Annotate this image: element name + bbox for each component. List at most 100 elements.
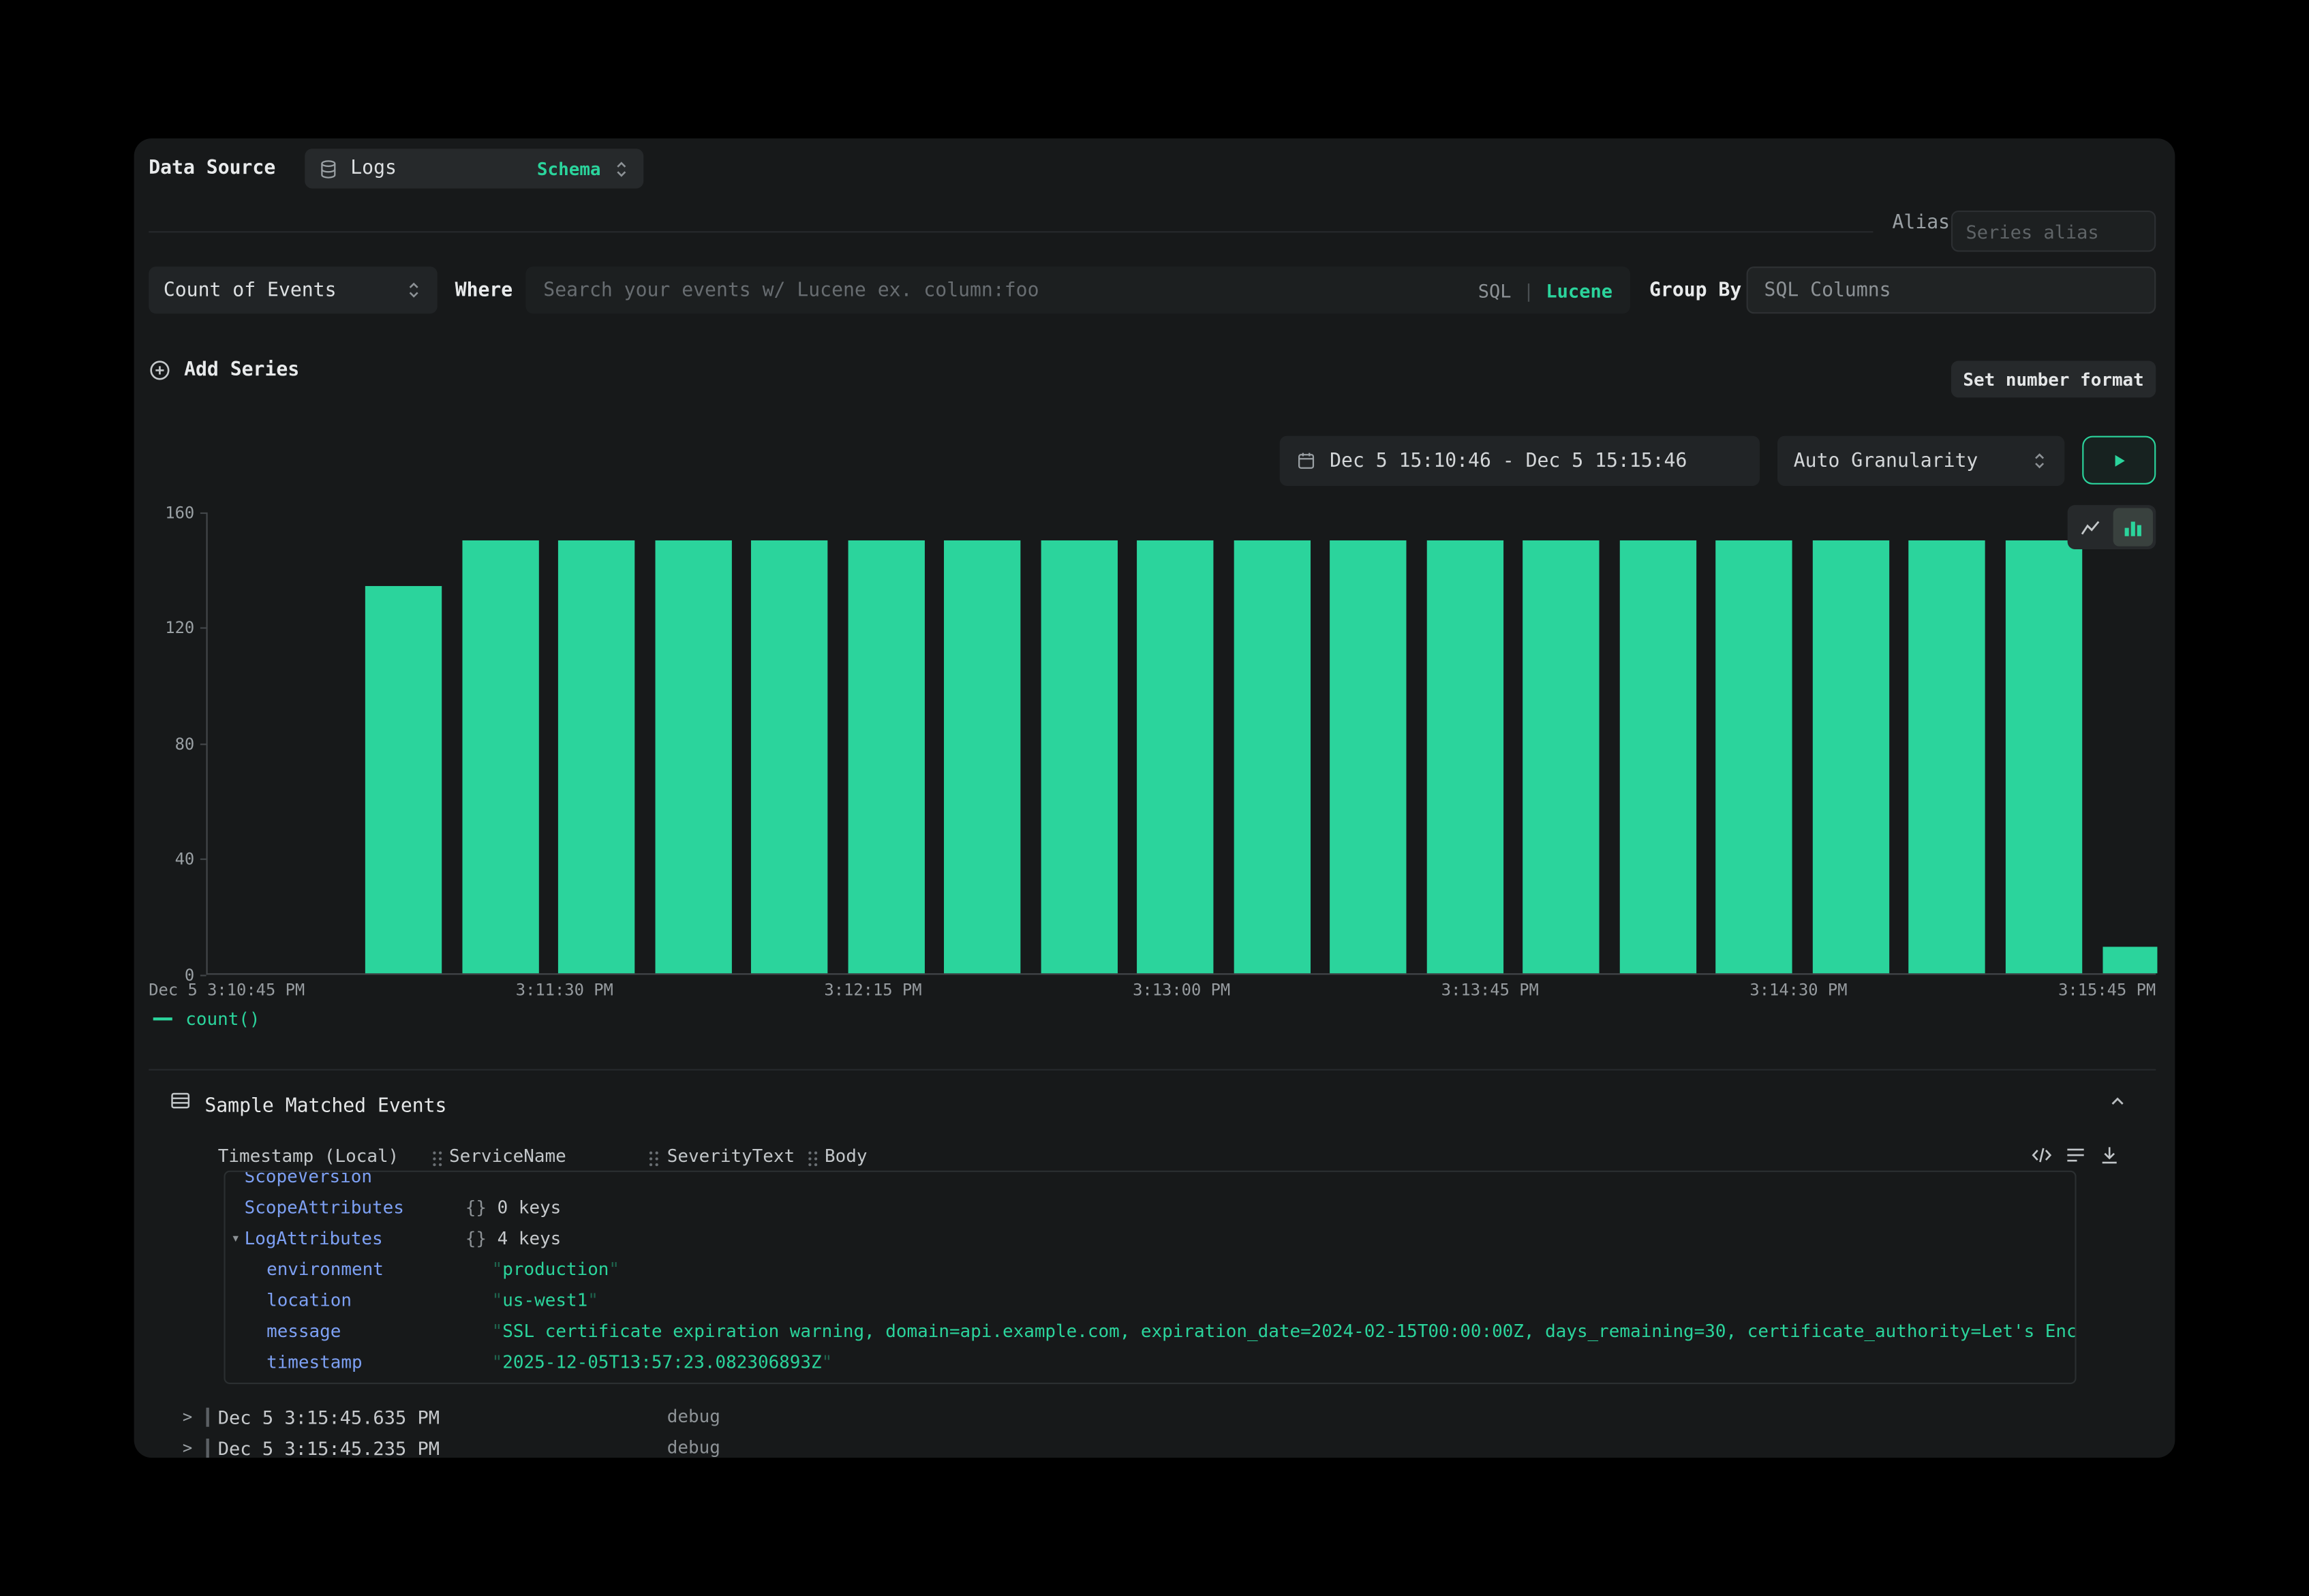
y-tick-label: 120 xyxy=(165,617,206,638)
column-header[interactable]: Body xyxy=(825,1146,867,1166)
aggregate-value: Count of Events xyxy=(164,279,337,301)
chart-bar xyxy=(1330,540,1407,973)
y-tick-label: 80 xyxy=(175,733,207,754)
schema-label[interactable]: Schema xyxy=(537,158,601,179)
legend-swatch xyxy=(153,1017,172,1020)
chart-plot xyxy=(206,512,2156,975)
event-row[interactable]: >Dec 5 3:15:45.635 PMdebug xyxy=(134,1402,2175,1432)
search-input[interactable] xyxy=(543,279,1466,301)
chevron-up-icon[interactable] xyxy=(2107,1091,2128,1111)
group-by-label: Group By xyxy=(1649,280,1741,302)
code-icon[interactable] xyxy=(2031,1144,2053,1166)
chart-bar xyxy=(2006,540,2082,973)
x-tick-label: 3:14:30 PM xyxy=(1749,981,1847,1000)
x-axis-labels: Dec 5 3:10:45 PM3:11:30 PM3:12:15 PM3:13… xyxy=(149,981,2156,1000)
chart-bar xyxy=(2102,947,2157,973)
chart-bar xyxy=(1813,540,1889,973)
event-row[interactable]: >Dec 5 3:15:45.235 PMdebug xyxy=(134,1432,2175,1458)
drag-handle-icon[interactable] xyxy=(431,1150,443,1168)
chart-type-toggle xyxy=(2068,505,2156,549)
event-rows: >Dec 5 3:15:45.635 PMdebug>Dec 5 3:15:45… xyxy=(134,1402,2175,1458)
drag-handle-icon[interactable] xyxy=(648,1150,660,1168)
line-chart-icon[interactable] xyxy=(2070,508,2110,546)
plus-circle-icon xyxy=(149,359,170,381)
x-tick-label: 3:12:15 PM xyxy=(824,981,921,1000)
chevron-right-icon[interactable]: > xyxy=(183,1432,192,1458)
sql-toggle[interactable]: SQL xyxy=(1478,279,1512,301)
chart-bar xyxy=(1426,540,1503,973)
attribute-key: LogAttributes xyxy=(226,1224,383,1255)
section-divider xyxy=(149,1069,2156,1071)
database-icon xyxy=(318,158,339,179)
chart-legend: count() xyxy=(153,1009,260,1029)
attribute-row[interactable]: ScopeAttributes {} 0 keys xyxy=(226,1193,2075,1223)
attribute-row[interactable]: timestamp "2025-12-05T13:57:23.082306893Z… xyxy=(226,1347,2075,1378)
data-source-value: Logs xyxy=(350,157,397,179)
drag-handle-icon[interactable] xyxy=(807,1150,819,1168)
aggregate-select[interactable]: Count of Events xyxy=(149,266,437,313)
run-query-button[interactable] xyxy=(2082,436,2156,485)
y-tick-label: 160 xyxy=(165,502,206,523)
calendar-icon xyxy=(1296,450,1316,471)
time-range-input[interactable]: Dec 5 15:10:46 - Dec 5 15:15:46 xyxy=(1280,436,1760,486)
attribute-row[interactable]: location"us-west1" xyxy=(226,1285,2075,1316)
table-icon xyxy=(169,1090,191,1111)
legend-series-name: count() xyxy=(185,1009,260,1029)
attribute-key: environment xyxy=(226,1255,384,1285)
events-toolbar xyxy=(2031,1144,2121,1166)
attribute-value: "2025-12-05T13:57:23.082306893Z" xyxy=(492,1347,833,1378)
keys-badge: {} 4 keys xyxy=(465,1224,562,1255)
attribute-key: timestamp xyxy=(226,1347,363,1378)
column-header[interactable]: ServiceName xyxy=(449,1146,566,1166)
attribute-row[interactable]: message"SSL certificate expiration warni… xyxy=(226,1317,2075,1347)
alias-input[interactable] xyxy=(1951,211,2156,251)
time-range-value: Dec 5 15:10:46 - Dec 5 15:15:46 xyxy=(1330,450,1687,472)
chevron-updown-icon xyxy=(405,280,423,301)
play-icon xyxy=(2109,450,2129,470)
granularity-select[interactable]: Auto Granularity xyxy=(1777,436,2064,486)
attribute-key: ScopeAttributes xyxy=(226,1193,404,1223)
severity-indicator xyxy=(206,1439,209,1458)
attribute-value: "production" xyxy=(492,1255,620,1285)
y-tick-label: 40 xyxy=(175,849,207,870)
alias-label: Alias xyxy=(1893,212,1951,234)
caret-down-icon[interactable]: ▾ xyxy=(231,1224,240,1255)
chart-bar xyxy=(1620,540,1696,973)
chevron-right-icon[interactable]: > xyxy=(183,1402,192,1432)
download-icon[interactable] xyxy=(2098,1144,2120,1166)
page: Data Source Logs Schema Alias Co xyxy=(0,0,2309,1596)
column-header[interactable]: SeverityText xyxy=(667,1146,795,1166)
events-column-header: Timestamp (Local) ServiceName SeverityText… xyxy=(134,1146,2175,1172)
chart-bar xyxy=(1041,540,1117,973)
group-by-input[interactable] xyxy=(1747,266,2156,313)
chart-bar xyxy=(848,540,924,973)
chart-bar xyxy=(365,586,442,973)
add-series-label: Add Series xyxy=(184,359,299,381)
data-source-select[interactable]: Logs Schema xyxy=(305,149,643,188)
column-header[interactable]: Timestamp (Local) xyxy=(218,1146,399,1166)
bar-chart-icon[interactable] xyxy=(2113,508,2153,546)
chart-bar xyxy=(558,540,634,973)
chart-bar xyxy=(944,540,1020,973)
chart-bar xyxy=(1523,540,1600,973)
attribute-row[interactable]: ScopeVersion xyxy=(226,1171,2075,1193)
search-box: SQL | Lucene xyxy=(525,266,1630,313)
data-source-label: Data Source xyxy=(149,157,275,179)
attribute-row[interactable]: environment "production" xyxy=(226,1255,2075,1285)
attribute-row[interactable]: ▾LogAttributes {} 4 keys xyxy=(226,1224,2075,1255)
keys-badge: {} 0 keys xyxy=(465,1193,562,1223)
event-timestamp: Dec 5 3:15:45.635 PM xyxy=(218,1402,440,1432)
toggle-divider: | xyxy=(1523,279,1534,301)
add-series-button[interactable]: Add Series xyxy=(149,359,299,381)
chart-bar xyxy=(655,540,731,973)
x-tick-label: 3:15:45 PM xyxy=(2058,981,2156,1000)
lucene-toggle[interactable]: Lucene xyxy=(1546,279,1612,301)
x-tick-label: 3:11:30 PM xyxy=(516,981,613,1000)
chart-bar xyxy=(1234,540,1310,973)
event-timestamp: Dec 5 3:15:45.235 PM xyxy=(218,1432,440,1458)
chart-bar xyxy=(1909,540,1985,973)
row-density-icon[interactable] xyxy=(2064,1144,2086,1166)
y-axis: 04080120160 xyxy=(134,512,207,975)
set-number-format-button[interactable]: Set number format xyxy=(1951,360,2156,397)
attribute-value: "us-west1" xyxy=(492,1285,598,1316)
